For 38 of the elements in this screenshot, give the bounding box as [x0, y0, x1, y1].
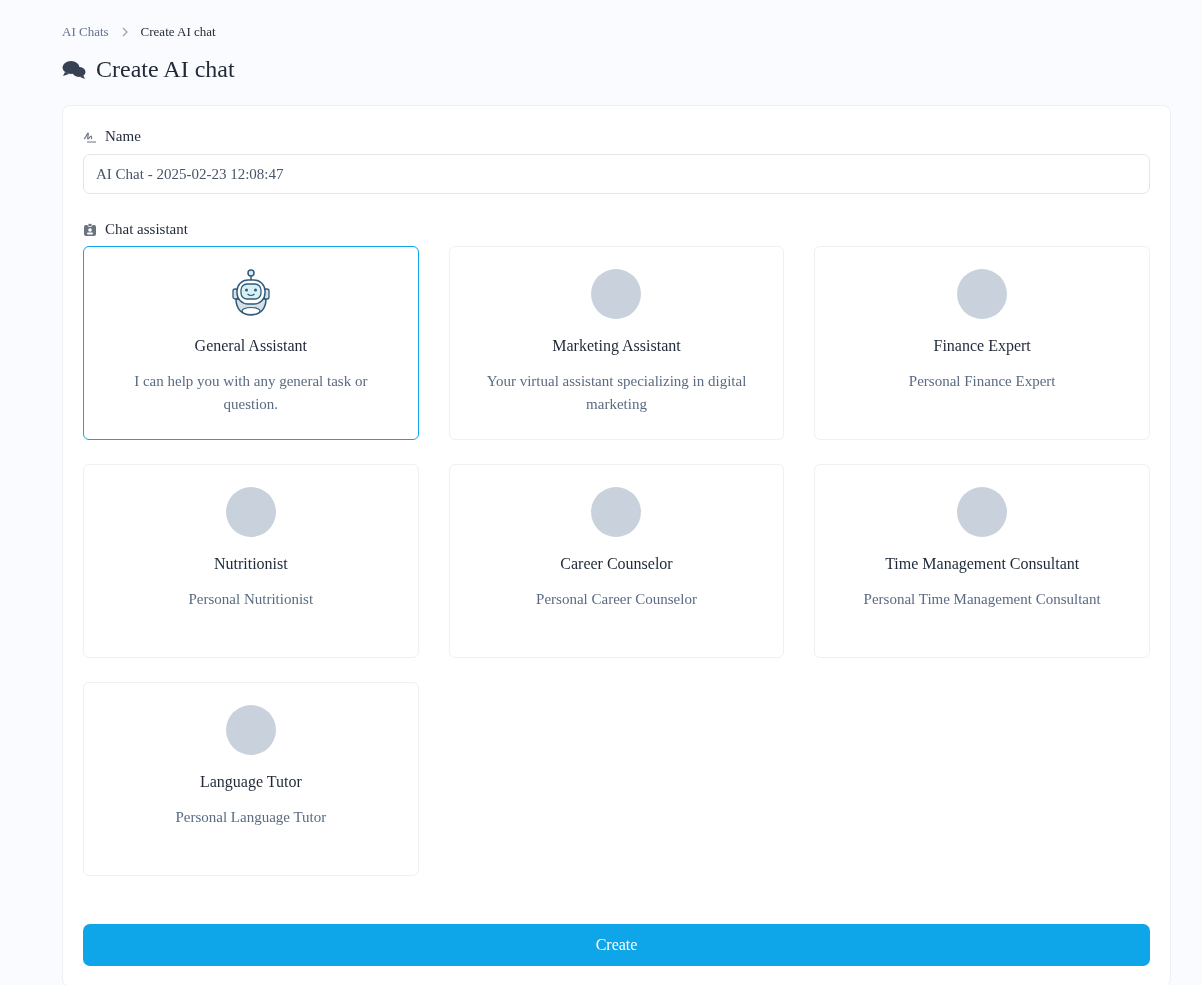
page-title: Create AI chat [96, 56, 235, 83]
assistant-name: Language Tutor [199, 773, 302, 791]
assistant-description: Personal Finance Expert [908, 372, 1056, 391]
avatar-placeholder [225, 705, 276, 755]
avatar-placeholder [591, 269, 642, 319]
assistant-description: Personal Nutritionist [188, 590, 314, 609]
assistant-card[interactable]: Language Tutor Personal Language Tutor [83, 682, 419, 876]
assistant-name: Career Counselor [560, 555, 673, 573]
name-input-field[interactable]: AI Chat - 2025-02-23 12:08:47 [83, 154, 1150, 194]
chat-bubbles-icon [62, 59, 86, 80]
chevron-right-icon [120, 27, 129, 37]
avatar-placeholder [957, 487, 1008, 537]
assistant-card[interactable]: Nutritionist Personal Nutritionist [83, 464, 419, 658]
signature-icon [83, 130, 97, 143]
assistant-card[interactable]: Finance Expert Personal Finance Expert [814, 246, 1150, 440]
assistant-description: Personal Language Tutor [175, 808, 327, 827]
assistant-card[interactable]: Time Management Consultant Personal Time Management Consultant [814, 464, 1150, 658]
field-label: Chat assistant [105, 221, 188, 238]
assistant-name: Finance Expert [933, 337, 1031, 355]
field-label: Name [105, 128, 141, 145]
breadcrumb-link[interactable]: AI Chats [62, 24, 109, 40]
assistant-name: Marketing Assistant [552, 337, 681, 355]
assistant-description: I can help you with any general task or question. [133, 372, 369, 414]
assistant-description: Your virtual assistant specializing in digital marketing [485, 372, 748, 414]
robot-icon [230, 269, 271, 317]
avatar-placeholder [591, 487, 642, 537]
assistant-description: Personal Career Counselor [536, 590, 697, 609]
breadcrumb-current: Create AI chat [140, 24, 216, 40]
avatar-placeholder [225, 487, 276, 537]
id-badge-icon [83, 222, 97, 237]
assistant-card[interactable]: Marketing Assistant Your virtual assistant specializing in digital marketing [448, 246, 785, 440]
assistant-description: Personal Time Management Consultant [863, 590, 1101, 609]
avatar-placeholder [957, 269, 1008, 319]
assistant-name: General Assistant [194, 337, 308, 355]
assistant-card[interactable]: General Assistant I can help you with any general task or question. [83, 246, 419, 440]
assistant-card[interactable]: Career Counselor Personal Career Counselor [448, 464, 785, 658]
assistant-name: Time Management Consultant [885, 555, 1080, 573]
assistant-name: Nutritionist [213, 555, 288, 573]
